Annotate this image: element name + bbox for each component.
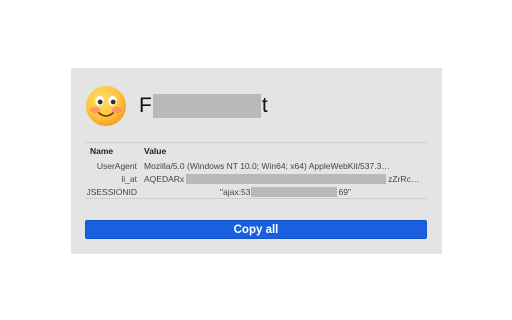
column-header-value: Value — [141, 146, 427, 156]
cookie-name: JSESSIONID — [86, 186, 137, 197]
profile-name-suffix: t — [261, 94, 268, 117]
cookie-value-prefix: "ajax:53 — [220, 186, 251, 197]
table-header-row: Name Value — [85, 143, 427, 159]
cookie-value: Mozilla/5.0 (Windows NT 10.0; Win64; x64… — [144, 160, 390, 171]
table-row[interactable]: JSESSIONID "ajax:53 69" — [85, 185, 427, 198]
redacted-block — [251, 186, 338, 197]
cookie-name: UserAgent — [96, 160, 137, 171]
profile-name: F t — [139, 94, 268, 118]
copy-all-button[interactable]: Copy all — [85, 220, 427, 239]
table-row[interactable]: UserAgent Mozilla/5.0 (Windows NT 10.0; … — [85, 159, 427, 172]
cookie-value-suffix: zZrRc… — [388, 173, 420, 184]
cookie-value-suffix: 69" — [338, 186, 351, 197]
redacted-block — [186, 173, 387, 184]
redacted-block — [152, 94, 261, 118]
cookie-value-prefix: AQEDARx — [144, 173, 185, 184]
table-row[interactable]: li_at AQEDARx zZrRc… — [85, 172, 427, 185]
cookie-value-cell: "ajax:53 69" — [141, 186, 427, 197]
column-header-value-label: Value — [144, 146, 167, 156]
smiling-face-emoji-icon — [86, 86, 126, 126]
profile-header: F t — [85, 84, 268, 128]
cookie-name: li_at — [121, 173, 137, 184]
cookie-panel: F t Name Value UserAgent Mozilla/5.0 (Wi… — [71, 68, 442, 254]
profile-name-prefix: F — [139, 94, 152, 117]
cookie-value-cell: AQEDARx zZrRc… — [141, 173, 427, 184]
cookie-value-cell: Mozilla/5.0 (Windows NT 10.0; Win64; x64… — [141, 161, 427, 171]
cookie-table: Name Value UserAgent Mozilla/5.0 (Window… — [85, 142, 427, 199]
column-header-name: Name — [90, 146, 114, 156]
